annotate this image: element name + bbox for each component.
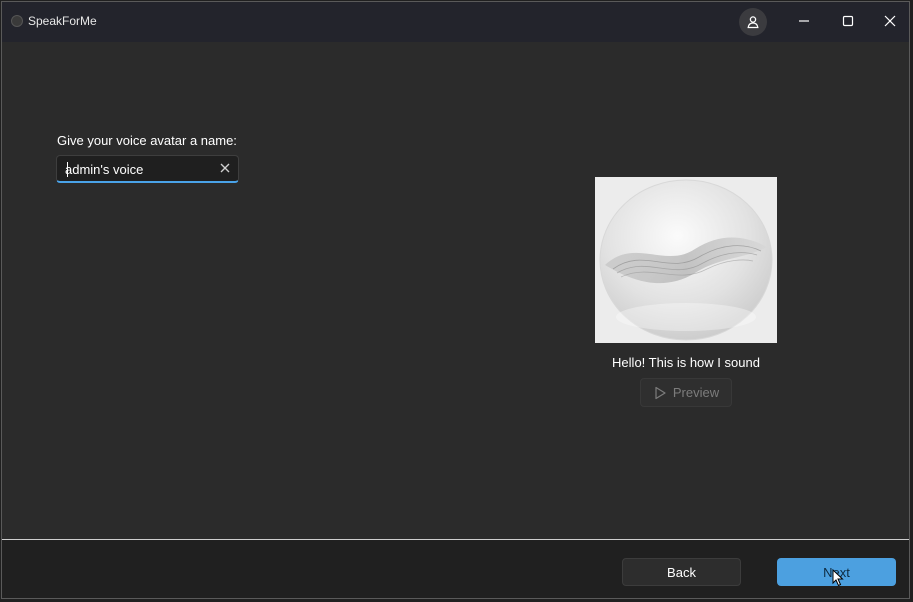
clear-input-button[interactable] [218,161,232,175]
clear-icon [220,163,230,173]
app-logo-icon [11,15,23,27]
voice-name-field[interactable] [56,155,239,183]
voice-name-label: Give your voice avatar a name: [57,133,237,148]
preview-label: Preview [672,385,720,400]
minimize-button[interactable] [782,2,826,40]
back-button[interactable]: Back [622,558,741,586]
text-caret [67,162,68,177]
voice-orb-graphic [595,177,777,343]
maximize-button[interactable] [826,2,870,40]
play-icon [655,386,666,399]
app-title: SpeakForMe [28,14,97,28]
footer-bar: Back Next [2,540,909,598]
mouse-cursor-icon [832,569,844,587]
close-button[interactable] [868,2,909,40]
close-icon [884,15,896,27]
account-button[interactable] [739,8,767,36]
account-icon [747,16,759,29]
maximize-icon [842,15,854,27]
avatar-caption: Hello! This is how I sound [612,355,760,370]
preview-button[interactable]: Preview [640,378,732,407]
title-bar[interactable]: SpeakForMe [2,2,909,42]
voice-name-input[interactable] [65,160,215,178]
minimize-icon [799,20,809,22]
app-window: SpeakForMe Give your voice avatar a name… [1,1,910,599]
voice-avatar-image [595,177,777,343]
